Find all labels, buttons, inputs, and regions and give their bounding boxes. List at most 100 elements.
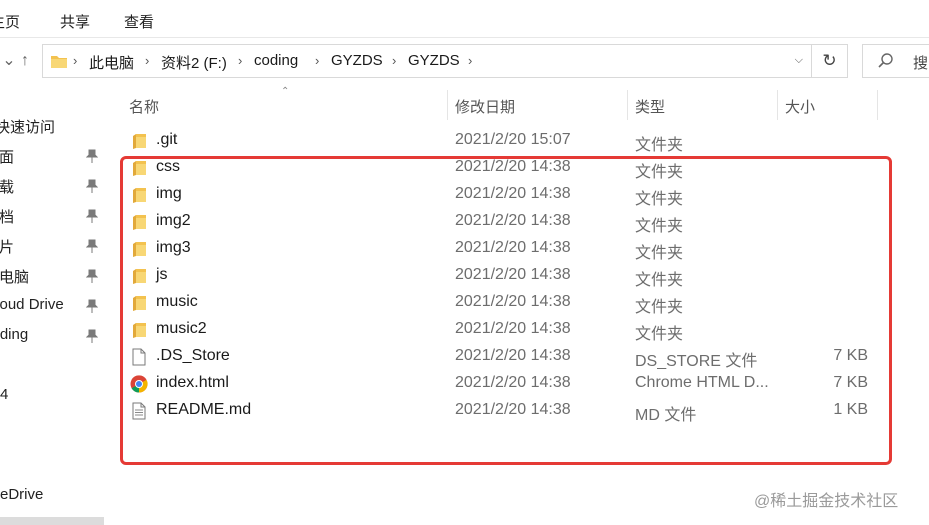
breadcrumb-separator-icon[interactable]: › xyxy=(238,53,242,68)
file-row[interactable]: img2 2021/2/20 14:38 文件夹 xyxy=(120,209,880,236)
nav-item-quick-access[interactable]: 快速访问 xyxy=(0,112,104,140)
up-arrow-icon[interactable]: ↑ xyxy=(14,48,36,74)
pin-icon[interactable] xyxy=(86,179,98,193)
file-type: 文件夹 xyxy=(635,299,684,316)
breadcrumb-separator-icon[interactable]: › xyxy=(145,53,149,68)
nav-item-label: 4 xyxy=(0,386,9,403)
file-row[interactable]: music2 2021/2/20 14:38 文件夹 xyxy=(120,317,880,344)
folder-icon xyxy=(130,294,148,312)
file-row[interactable]: img3 2021/2/20 14:38 文件夹 xyxy=(120,236,880,263)
file-row[interactable]: README.md 2021/2/20 14:38 MD 文件 1 KB xyxy=(120,398,880,425)
breadcrumb-gyzds-current[interactable]: GYZDS xyxy=(408,52,460,69)
folder-icon xyxy=(130,267,148,285)
column-divider[interactable] xyxy=(777,90,778,120)
file-row[interactable]: js 2021/2/20 14:38 文件夹 xyxy=(120,263,880,290)
file-name: js xyxy=(156,266,168,283)
column-divider[interactable] xyxy=(877,90,878,120)
file-type: 文件夹 xyxy=(635,272,684,289)
breadcrumb-separator-icon[interactable]: › xyxy=(392,53,396,68)
nav-item-coding[interactable]: coding xyxy=(0,322,104,350)
text-file-icon xyxy=(130,402,148,420)
file-name: music xyxy=(156,293,198,310)
search-input[interactable]: 搜 xyxy=(862,44,929,78)
breadcrumb-this-pc[interactable]: 此电脑 xyxy=(89,52,134,73)
nav-item-icloud-drive[interactable]: iCloud Drive xyxy=(0,292,104,320)
breadcrumb-separator-icon[interactable]: › xyxy=(468,53,472,68)
nav-item-4[interactable]: 4 xyxy=(0,382,104,410)
column-header-type[interactable]: 类型 xyxy=(635,96,665,117)
breadcrumb-separator-icon[interactable]: › xyxy=(315,53,319,68)
nav-item-documents[interactable]: 文档 xyxy=(0,202,104,230)
folder-icon xyxy=(130,132,148,150)
file-type: 文件夹 xyxy=(635,137,684,154)
nav-item-onedrive[interactable]: OneDrive xyxy=(0,482,104,510)
breadcrumb-gyzds-parent[interactable]: GYZDS xyxy=(331,52,383,69)
file-name: img3 xyxy=(156,239,191,256)
file-type: DS_STORE 文件 xyxy=(635,353,758,370)
file-explorer-window: 主页 共享 查看 ⌄ ↑ › 此电脑 › 资料2 (F:) › coding ›… xyxy=(0,0,929,525)
nav-pane-scrollbar[interactable] xyxy=(0,517,104,525)
file-type: 文件夹 xyxy=(635,218,684,235)
search-placeholder: 搜 xyxy=(913,55,929,72)
address-bar[interactable]: › 此电脑 › 资料2 (F:) › coding › GYZDS › GYZD… xyxy=(42,44,812,78)
ribbon-tabs: 主页 共享 查看 xyxy=(0,0,929,38)
file-type: 文件夹 xyxy=(635,245,684,262)
pin-icon[interactable] xyxy=(86,209,98,223)
file-row[interactable]: img 2021/2/20 14:38 文件夹 xyxy=(120,182,880,209)
pin-icon[interactable] xyxy=(86,329,98,343)
pin-icon[interactable] xyxy=(86,239,98,253)
nav-item-downloads[interactable]: 下载 xyxy=(0,172,104,200)
file-row[interactable]: index.html 2021/2/20 14:38 Chrome HTML D..… xyxy=(120,371,880,398)
file-name: img xyxy=(156,185,182,202)
file-modified-date: 2021/2/20 14:38 xyxy=(455,212,571,229)
file-row[interactable]: css 2021/2/20 14:38 文件夹 xyxy=(120,155,880,182)
file-modified-date: 2021/2/20 14:38 xyxy=(455,347,571,364)
file-name: img2 xyxy=(156,212,191,229)
breadcrumb-separator-icon[interactable]: › xyxy=(73,53,77,68)
file-modified-date: 2021/2/20 14:38 xyxy=(455,401,571,418)
file-modified-date: 2021/2/20 15:07 xyxy=(455,131,571,148)
file-size: 7 KB xyxy=(833,374,868,391)
column-header-size[interactable]: 大小 xyxy=(785,96,815,117)
file-name: README.md xyxy=(156,401,252,418)
file-type: MD 文件 xyxy=(635,407,697,424)
column-divider[interactable] xyxy=(447,90,448,120)
file-row[interactable]: music 2021/2/20 14:38 文件夹 xyxy=(120,290,880,317)
chevron-down-icon[interactable]: ⌵ xyxy=(795,54,803,67)
file-list: ⌃ 名称 修改日期 类型 大小 .git 2021/2/20 15:07 文件夹 cs… xyxy=(104,82,929,525)
tab-view[interactable]: 查看 xyxy=(124,11,154,32)
refresh-icon: ↻ xyxy=(822,51,837,70)
tab-share[interactable]: 共享 xyxy=(60,11,90,32)
column-header-name[interactable]: 名称 xyxy=(129,96,159,117)
column-header-date[interactable]: 修改日期 xyxy=(455,96,515,117)
file-modified-date: 2021/2/20 14:38 xyxy=(455,266,571,283)
breadcrumb-coding[interactable]: coding xyxy=(254,52,298,69)
file-row[interactable]: .DS_Store 2021/2/20 14:38 DS_STORE 文件 7 KB xyxy=(120,344,880,371)
refresh-button[interactable]: ↻ xyxy=(812,44,848,78)
folder-icon xyxy=(130,213,148,231)
file-modified-date: 2021/2/20 14:38 xyxy=(455,185,571,202)
folder-icon xyxy=(130,159,148,177)
file-name: music2 xyxy=(156,320,207,337)
file-type: Chrome HTML D... xyxy=(635,374,769,391)
watermark: @稀土掘金技术社区 xyxy=(754,493,899,510)
nav-item-pictures[interactable]: 图片 xyxy=(0,232,104,260)
file-row[interactable]: .git 2021/2/20 15:07 文件夹 xyxy=(120,128,880,155)
file-name: css xyxy=(156,158,180,175)
pin-icon[interactable] xyxy=(86,299,98,313)
folder-icon xyxy=(51,56,67,68)
pin-icon[interactable] xyxy=(86,269,98,283)
file-type: 文件夹 xyxy=(635,164,684,181)
tab-home[interactable]: 主页 xyxy=(0,11,20,32)
nav-item-label: OneDrive xyxy=(0,486,44,503)
breadcrumb-drive[interactable]: 资料2 (F:) xyxy=(161,52,227,73)
file-modified-date: 2021/2/20 14:38 xyxy=(455,158,571,175)
file-modified-date: 2021/2/20 14:38 xyxy=(455,239,571,256)
nav-item-this-pc[interactable]: 此电脑 xyxy=(0,262,104,290)
pin-icon[interactable] xyxy=(86,149,98,163)
nav-item-desktop[interactable]: 桌面 xyxy=(0,142,104,170)
file-size: 1 KB xyxy=(833,401,868,418)
nav-item-label: 快速访问 xyxy=(0,119,56,136)
folder-icon xyxy=(130,321,148,339)
column-divider[interactable] xyxy=(627,90,628,120)
